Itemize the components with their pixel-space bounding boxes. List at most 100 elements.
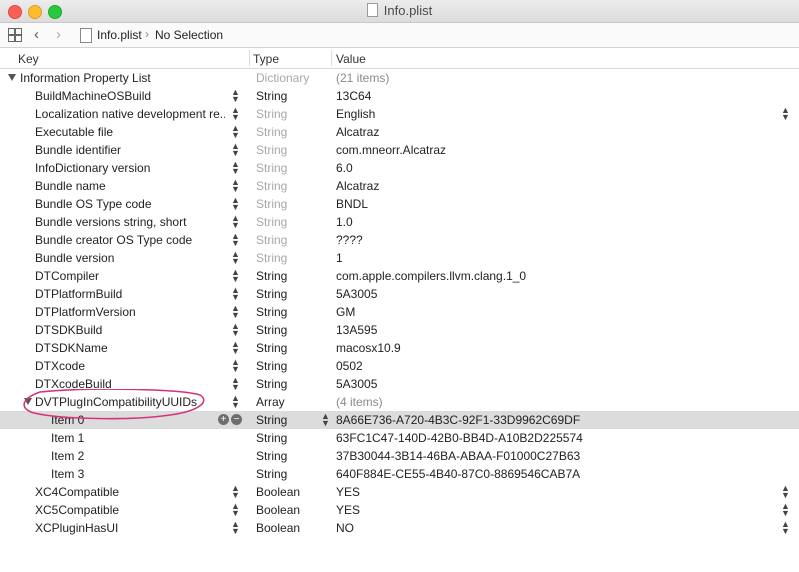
back-arrow-icon[interactable]: ‹	[34, 26, 39, 43]
row-key[interactable]: DVTPlugInCompatibilityUUIDs	[35, 393, 225, 411]
row-value[interactable]: Alcatraz	[336, 123, 379, 141]
stepper-icon[interactable]: ▲ ▼	[231, 106, 240, 122]
table-row[interactable]: Item 2 String 37B30044-3B14-46BA-ABAA-F0…	[0, 447, 799, 465]
table-row[interactable]: InfoDictionary version ▲ ▼ String 6.0	[0, 159, 799, 177]
row-key[interactable]: Bundle identifier	[35, 141, 225, 159]
column-header-type[interactable]: Type	[253, 52, 279, 66]
table-row[interactable]: Bundle creator OS Type code ▲ ▼ String ??…	[0, 231, 799, 249]
row-type[interactable]: Boolean	[256, 519, 300, 537]
row-key[interactable]: Bundle OS Type code	[35, 195, 225, 213]
stepper-icon[interactable]: ▲ ▼	[231, 376, 240, 392]
table-row[interactable]: DVTPlugInCompatibilityUUIDs ▲ ▼ Array (4 …	[0, 393, 799, 411]
table-row[interactable]: Bundle version ▲ ▼ String 1	[0, 249, 799, 267]
row-key[interactable]: XCPluginHasUI	[35, 519, 225, 537]
row-type[interactable]: String	[256, 87, 287, 105]
row-key[interactable]: Bundle versions string, short	[35, 213, 225, 231]
stepper-icon[interactable]: ▲ ▼	[231, 322, 240, 338]
row-key[interactable]: DTPlatformVersion	[35, 303, 225, 321]
row-type[interactable]: String	[256, 267, 287, 285]
row-type[interactable]: Boolean	[256, 501, 300, 519]
stepper-icon[interactable]: ▲ ▼	[231, 286, 240, 302]
stepper-icon[interactable]: ▲ ▼	[781, 502, 790, 518]
stepper-icon[interactable]: ▲ ▼	[781, 520, 790, 536]
row-value[interactable]: 1	[336, 249, 343, 267]
add-icon[interactable]: +	[218, 414, 229, 425]
row-key[interactable]: DTXcode	[35, 357, 225, 375]
row-value[interactable]: 6.0	[336, 159, 353, 177]
row-key[interactable]: BuildMachineOSBuild	[35, 87, 225, 105]
table-row[interactable]: Executable file ▲ ▼ String Alcatraz	[0, 123, 799, 141]
row-type[interactable]: Array	[256, 393, 285, 411]
row-key[interactable]: DTCompiler	[35, 267, 225, 285]
row-key[interactable]: Bundle name	[35, 177, 225, 195]
table-row[interactable]: Bundle OS Type code ▲ ▼ String BNDL	[0, 195, 799, 213]
row-type[interactable]: String	[256, 465, 287, 483]
row-key[interactable]: InfoDictionary version	[35, 159, 225, 177]
column-divider[interactable]	[331, 50, 332, 66]
row-key[interactable]: DTSDKBuild	[35, 321, 225, 339]
stepper-icon[interactable]: ▲ ▼	[231, 268, 240, 284]
stepper-icon[interactable]: ▲ ▼	[781, 484, 790, 500]
row-value[interactable]: 5A3005	[336, 285, 377, 303]
table-row[interactable]: Bundle versions string, short ▲ ▼ String …	[0, 213, 799, 231]
breadcrumb-selection[interactable]: No Selection	[155, 28, 223, 42]
row-key[interactable]: DTPlatformBuild	[35, 285, 225, 303]
row-value[interactable]: com.apple.compilers.llvm.clang.1_0	[336, 267, 526, 285]
row-value[interactable]: 640F884E-CE55-4B40-87C0-8869546CAB7A	[336, 465, 580, 483]
stepper-icon[interactable]: ▲ ▼	[231, 124, 240, 140]
stepper-icon[interactable]: ▲ ▼	[231, 484, 240, 500]
row-value[interactable]: GM	[336, 303, 355, 321]
row-value[interactable]: 13C64	[336, 87, 371, 105]
table-row[interactable]: Information Property List Dictionary (21…	[0, 69, 799, 87]
table-row[interactable]: XC5Compatible ▲ ▼ Boolean YES ▲ ▼	[0, 501, 799, 519]
stepper-icon[interactable]: ▲ ▼	[231, 196, 240, 212]
stepper-icon[interactable]: ▲ ▼	[231, 88, 240, 104]
stepper-icon[interactable]: ▲ ▼	[321, 412, 330, 428]
column-header-value[interactable]: Value	[336, 52, 366, 66]
row-value[interactable]: 5A3005	[336, 375, 377, 393]
table-row[interactable]: DTSDKName ▲ ▼ String macosx10.9	[0, 339, 799, 357]
stepper-icon[interactable]: ▲ ▼	[231, 214, 240, 230]
table-row[interactable]: Localization native development re... ▲ ▼…	[0, 105, 799, 123]
row-type[interactable]: String	[256, 285, 287, 303]
row-value[interactable]: 13A595	[336, 321, 377, 339]
stepper-icon[interactable]: ▲ ▼	[231, 394, 240, 410]
row-key[interactable]: Bundle version	[35, 249, 225, 267]
row-type[interactable]: String	[256, 303, 287, 321]
breadcrumb-file[interactable]: Info.plist	[97, 28, 142, 42]
row-value[interactable]: 37B30044-3B14-46BA-ABAA-F01000C27B63	[336, 447, 580, 465]
table-row[interactable]: XCPluginHasUI ▲ ▼ Boolean NO ▲ ▼	[0, 519, 799, 537]
row-type[interactable]: String	[256, 375, 287, 393]
table-row[interactable]: DTXcode ▲ ▼ String 0502	[0, 357, 799, 375]
table-row[interactable]: Bundle name ▲ ▼ String Alcatraz	[0, 177, 799, 195]
column-header-key[interactable]: Key	[18, 52, 39, 66]
table-row[interactable]: Item 1 String 63FC1C47-140D-42B0-BB4D-A1…	[0, 429, 799, 447]
row-key[interactable]: Localization native development re...	[35, 105, 225, 123]
row-value[interactable]: macosx10.9	[336, 339, 401, 357]
disclosure-triangle-icon[interactable]	[24, 398, 32, 405]
row-key[interactable]: Executable file	[35, 123, 225, 141]
stepper-icon[interactable]: ▲ ▼	[231, 520, 240, 536]
row-value[interactable]: 0502	[336, 357, 363, 375]
table-row[interactable]: BuildMachineOSBuild ▲ ▼ String 13C64	[0, 87, 799, 105]
stepper-icon[interactable]: ▲ ▼	[231, 142, 240, 158]
row-value[interactable]: 8A66E736-A720-4B3C-92F1-33D9962C69DF	[336, 411, 580, 429]
column-divider[interactable]	[249, 50, 250, 66]
row-type[interactable]: String	[256, 357, 287, 375]
stepper-icon[interactable]: ▲ ▼	[231, 178, 240, 194]
table-row[interactable]: Item 3 String 640F884E-CE55-4B40-87C0-88…	[0, 465, 799, 483]
row-value[interactable]: English	[336, 105, 375, 123]
row-key[interactable]: DTXcodeBuild	[35, 375, 225, 393]
table-row[interactable]: XC4Compatible ▲ ▼ Boolean YES ▲ ▼	[0, 483, 799, 501]
disclosure-triangle-icon[interactable]	[8, 74, 16, 81]
remove-icon[interactable]: −	[231, 414, 242, 425]
table-row[interactable]: DTSDKBuild ▲ ▼ String 13A595	[0, 321, 799, 339]
forward-arrow-icon[interactable]: ›	[56, 26, 61, 43]
row-value[interactable]: ????	[336, 231, 363, 249]
stepper-icon[interactable]: ▲ ▼	[231, 358, 240, 374]
stepper-icon[interactable]: ▲ ▼	[231, 502, 240, 518]
row-type[interactable]: String	[256, 447, 287, 465]
row-value[interactable]: 63FC1C47-140D-42B0-BB4D-A10B2D225574	[336, 429, 583, 447]
grid-icon[interactable]	[8, 28, 22, 42]
stepper-icon[interactable]: ▲ ▼	[231, 340, 240, 356]
